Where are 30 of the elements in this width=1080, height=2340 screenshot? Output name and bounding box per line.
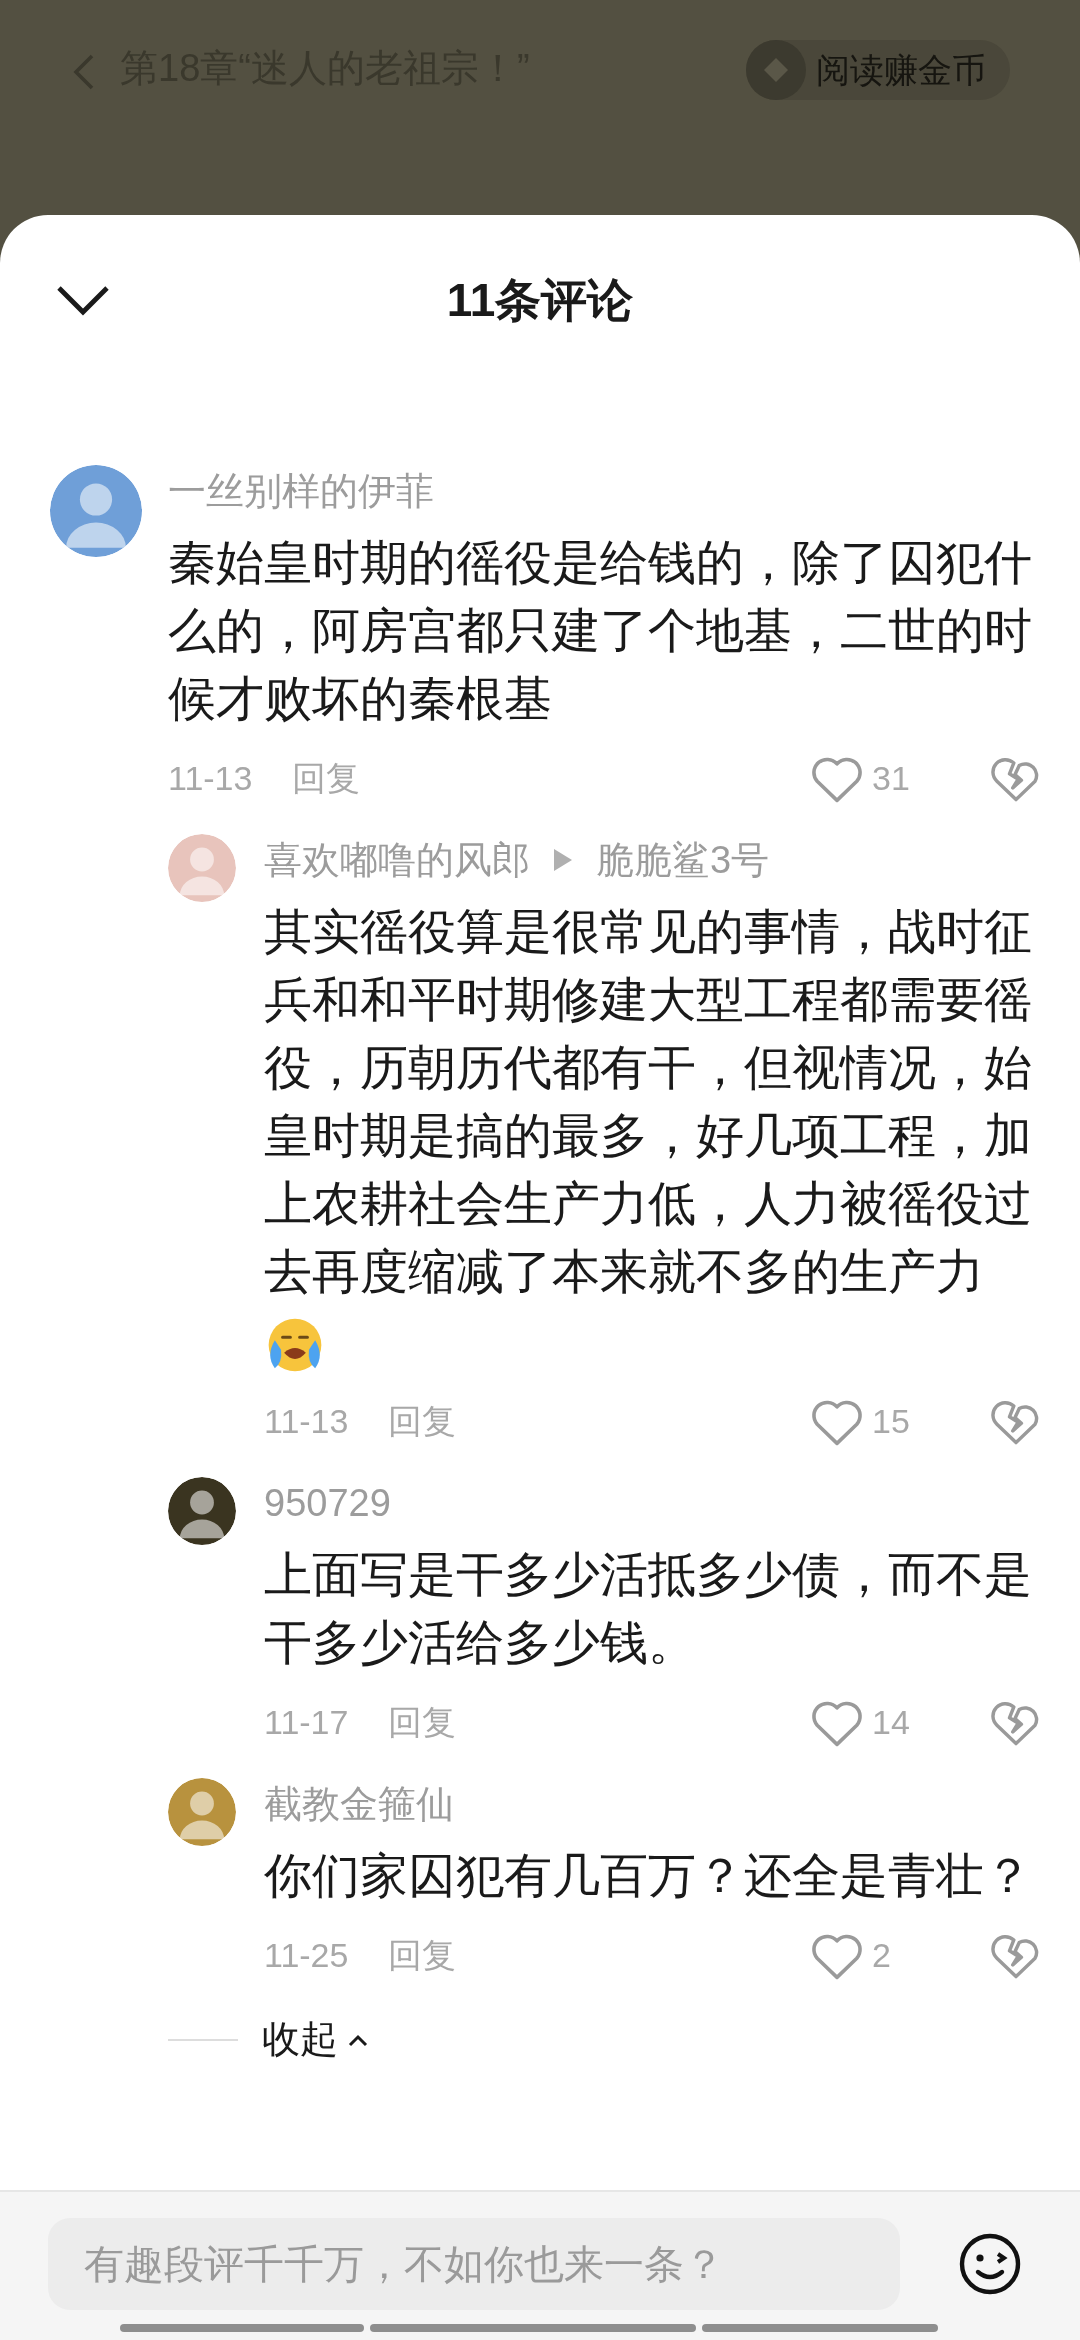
emoji-icon[interactable] xyxy=(958,2232,1022,2296)
reply-link[interactable]: 回复 xyxy=(388,1930,457,1981)
like-count: 15 xyxy=(872,1401,910,1442)
like-count: 2 xyxy=(872,1935,891,1976)
like-count: 14 xyxy=(872,1702,910,1743)
reply-text: 上面写是干多少活抵多少债，而不是干多少活给多少钱。 xyxy=(264,1547,1033,1671)
comment-date: 11-13 xyxy=(168,758,253,799)
author-name: 喜欢嘟噜的风郎 xyxy=(264,838,530,883)
reply-target-name: 脆脆鲨3号 xyxy=(596,838,770,883)
comment-date: 11-17 xyxy=(264,1702,349,1743)
comment-input[interactable]: 有趣段评千千万，不如你也来一条？ xyxy=(48,2218,900,2310)
author-name: 截教金箍仙 xyxy=(264,1782,454,1827)
author-name: 一丝别样的伊菲 xyxy=(168,469,435,514)
collapse-icon[interactable] xyxy=(55,284,111,316)
collapse-replies-button[interactable]: 收起 xyxy=(262,2011,368,2068)
reply-link[interactable]: 回复 xyxy=(388,1396,457,1447)
comment-text: 秦始皇时期的徭役是给钱的，除了囚犯什么的，阿房宫都只建了个地基，二世的时候才败坏的秦根基 xyxy=(168,535,1033,727)
coin-icon xyxy=(746,40,806,100)
comment-date: 11-25 xyxy=(264,1935,349,1976)
reply-arrow-icon xyxy=(554,849,572,871)
reply-text: 你们家囚犯有几百万？还全是青壮？ xyxy=(264,1848,1033,1904)
comment-date: 11-13 xyxy=(264,1401,349,1442)
like-count: 31 xyxy=(872,758,910,799)
reply-link[interactable]: 回复 xyxy=(388,1697,457,1748)
reply-text: 其实徭役算是很常见的事情，战时征兵和和平时期修建大型工程都需要徭役，历朝历代都有干，但视情况，始皇时期是搞的最多，好几项工程，加上农耕社会生产力低，人力被徭役过去再度缩减了本来就不多的生产力 xyxy=(264,904,1033,1300)
reply-link[interactable]: 回复 xyxy=(292,753,361,804)
author-name: 950729 xyxy=(264,1481,391,1526)
sheet-title: 11条评论 xyxy=(446,272,634,328)
avatar[interactable] xyxy=(168,1477,236,1545)
caret-up-icon xyxy=(348,2032,368,2047)
